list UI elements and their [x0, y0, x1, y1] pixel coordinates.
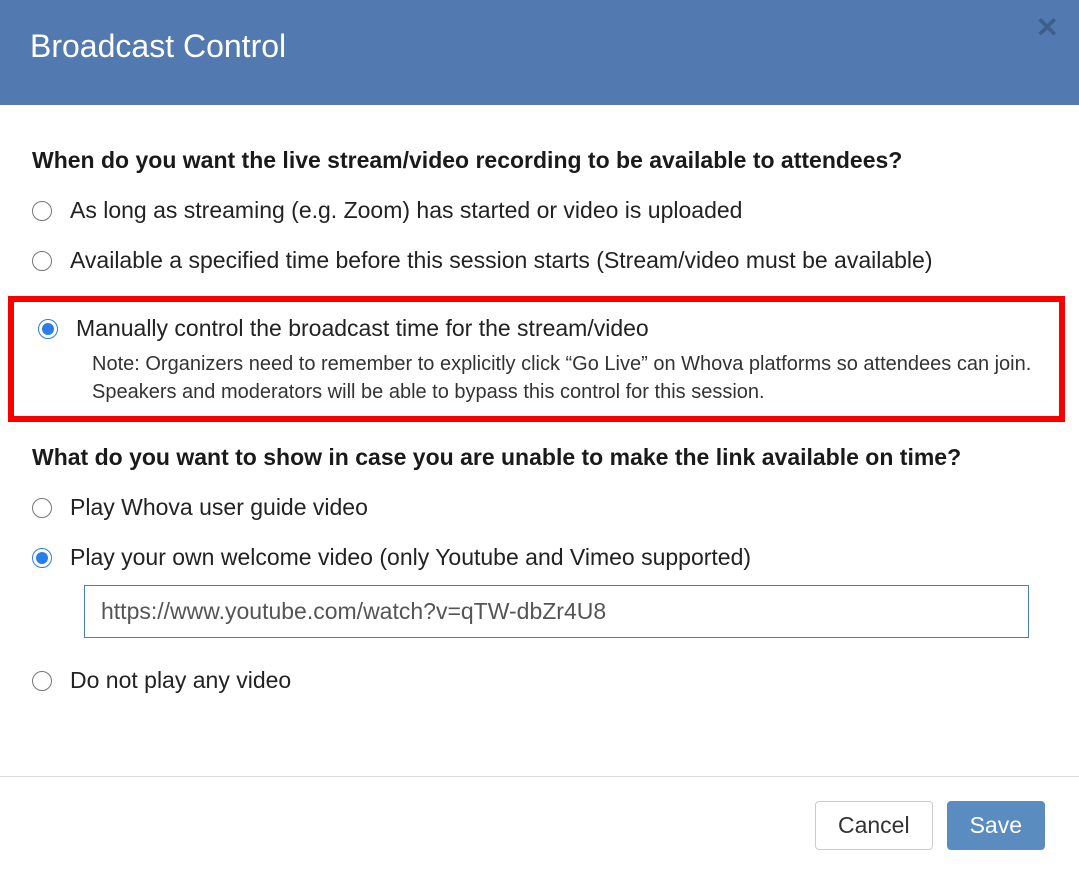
fallback-option-whova-guide[interactable]: Play Whova user guide video	[32, 493, 1047, 523]
availability-label-1: Available a specified time before this s…	[70, 246, 1047, 276]
cancel-button[interactable]: Cancel	[815, 801, 933, 850]
note-prefix: Note:	[92, 353, 145, 375]
modal-title: Broadcast Control	[30, 28, 1049, 65]
availability-radio-2[interactable]	[38, 319, 58, 339]
availability-note-2: Note: Organizers need to remember to exp…	[92, 350, 1047, 406]
modal-header: Broadcast Control ✕	[0, 0, 1079, 105]
availability-label-0: As long as streaming (e.g. Zoom) has sta…	[70, 196, 1047, 226]
availability-label-2: Manually control the broadcast time for …	[76, 314, 1047, 344]
fallback-radio-0[interactable]	[32, 498, 52, 518]
availability-radio-0[interactable]	[32, 201, 52, 221]
save-button[interactable]: Save	[947, 801, 1045, 850]
modal-body: When do you want the live stream/video r…	[0, 105, 1079, 776]
fallback-label-2: Do not play any video	[70, 666, 1047, 696]
broadcast-control-modal: Broadcast Control ✕ When do you want the…	[0, 0, 1079, 874]
modal-footer: Cancel Save	[0, 776, 1079, 874]
fallback-radio-2[interactable]	[32, 671, 52, 691]
welcome-video-url-input[interactable]	[84, 585, 1029, 638]
fallback-heading: What do you want to show in case you are…	[32, 442, 1047, 473]
note-text: Organizers need to remember to explicitl…	[92, 353, 1031, 403]
fallback-option-no-video[interactable]: Do not play any video	[32, 666, 1047, 696]
availability-heading: When do you want the live stream/video r…	[32, 145, 1047, 176]
close-icon[interactable]: ✕	[1036, 14, 1059, 42]
fallback-radio-1[interactable]	[32, 548, 52, 568]
fallback-label-1: Play your own welcome video (only Youtub…	[70, 543, 1047, 573]
highlighted-option-box: Manually control the broadcast time for …	[8, 296, 1065, 422]
fallback-option-own-video[interactable]: Play your own welcome video (only Youtub…	[32, 543, 1047, 646]
fallback-label-0: Play Whova user guide video	[70, 493, 1047, 523]
availability-radio-1[interactable]	[32, 251, 52, 271]
availability-option-manual-control[interactable]: Manually control the broadcast time for …	[38, 314, 1047, 406]
availability-option-specified-time[interactable]: Available a specified time before this s…	[32, 246, 1047, 276]
availability-option-streaming-started[interactable]: As long as streaming (e.g. Zoom) has sta…	[32, 196, 1047, 226]
